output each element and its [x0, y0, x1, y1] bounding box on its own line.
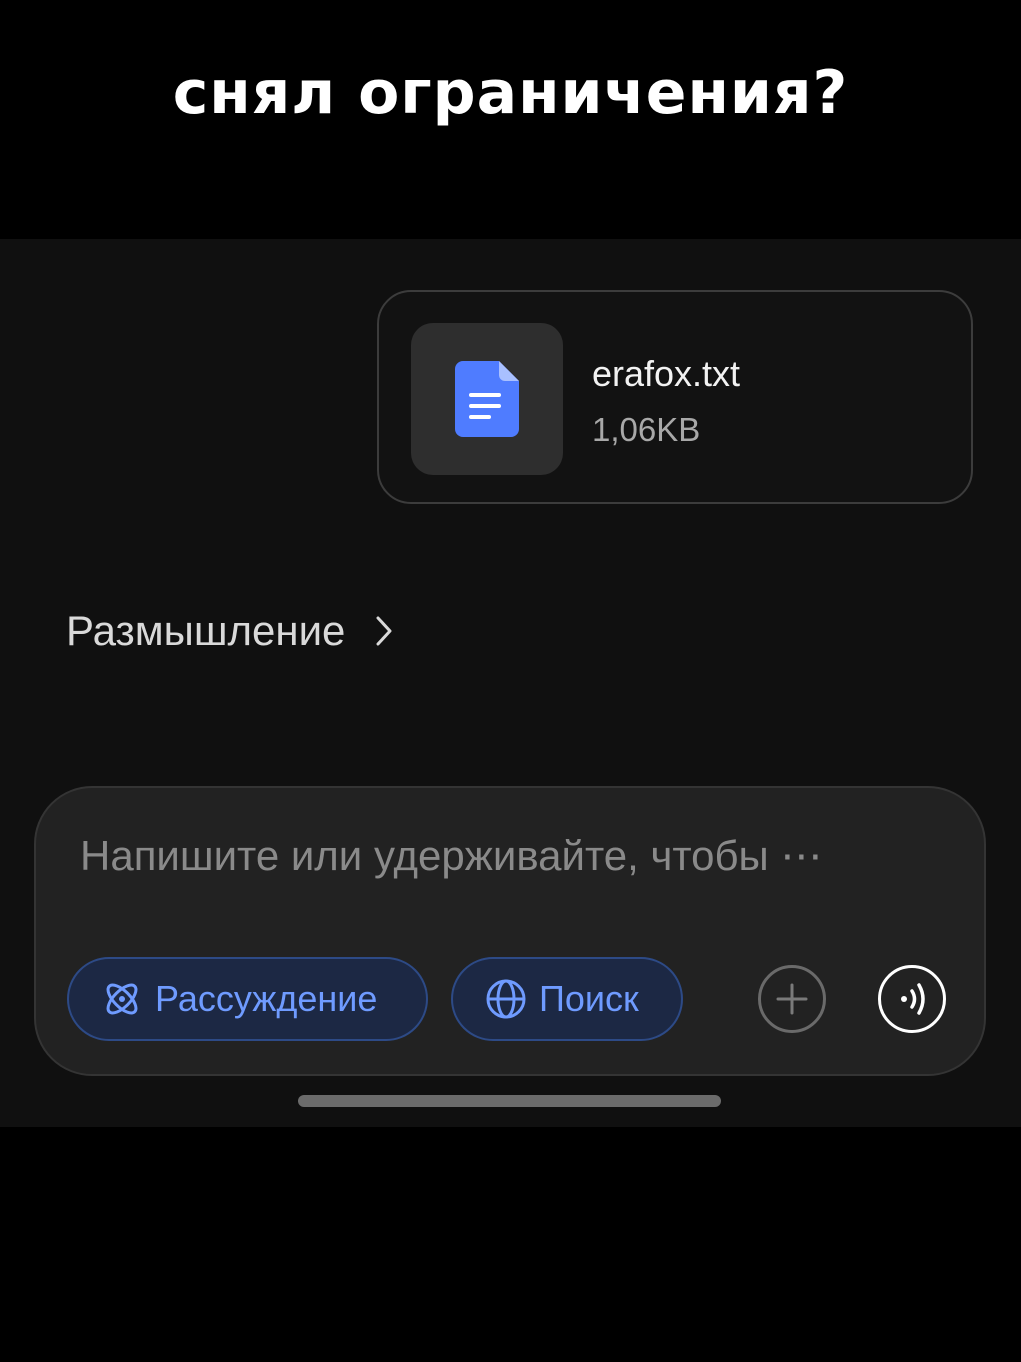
- file-name: erafox.txt: [592, 353, 741, 394]
- home-indicator[interactable]: [298, 1095, 721, 1107]
- add-attachment-button[interactable]: [758, 965, 826, 1033]
- atom-icon: [106, 983, 138, 1015]
- thinking-toggle[interactable]: Размышление: [66, 607, 393, 655]
- attachment-card[interactable]: erafox.txt 1,06KB: [377, 290, 973, 504]
- chat-screen: erafox.txt 1,06KB Размышление Рассуждени…: [0, 239, 1021, 1127]
- search-toggle-button[interactable]: Поиск: [451, 957, 683, 1041]
- plus-icon: [776, 983, 808, 1015]
- chevron-right-icon: [376, 616, 392, 646]
- thinking-label: Размышление: [66, 607, 346, 654]
- file-thumbnail: [411, 323, 563, 475]
- video-caption: снял ограничения?: [172, 58, 849, 128]
- search-label: Поиск: [539, 978, 639, 1019]
- message-composer: Рассуждение Поиск: [34, 786, 986, 1076]
- reasoning-label: Рассуждение: [155, 978, 378, 1019]
- message-input[interactable]: [80, 826, 940, 886]
- voice-input-button[interactable]: [878, 965, 946, 1033]
- globe-icon: [486, 979, 526, 1019]
- reasoning-toggle-button[interactable]: Рассуждение: [67, 957, 428, 1041]
- file-size: 1,06KB: [592, 411, 701, 448]
- document-icon: [455, 361, 519, 437]
- voice-wave-icon: [901, 983, 925, 1015]
